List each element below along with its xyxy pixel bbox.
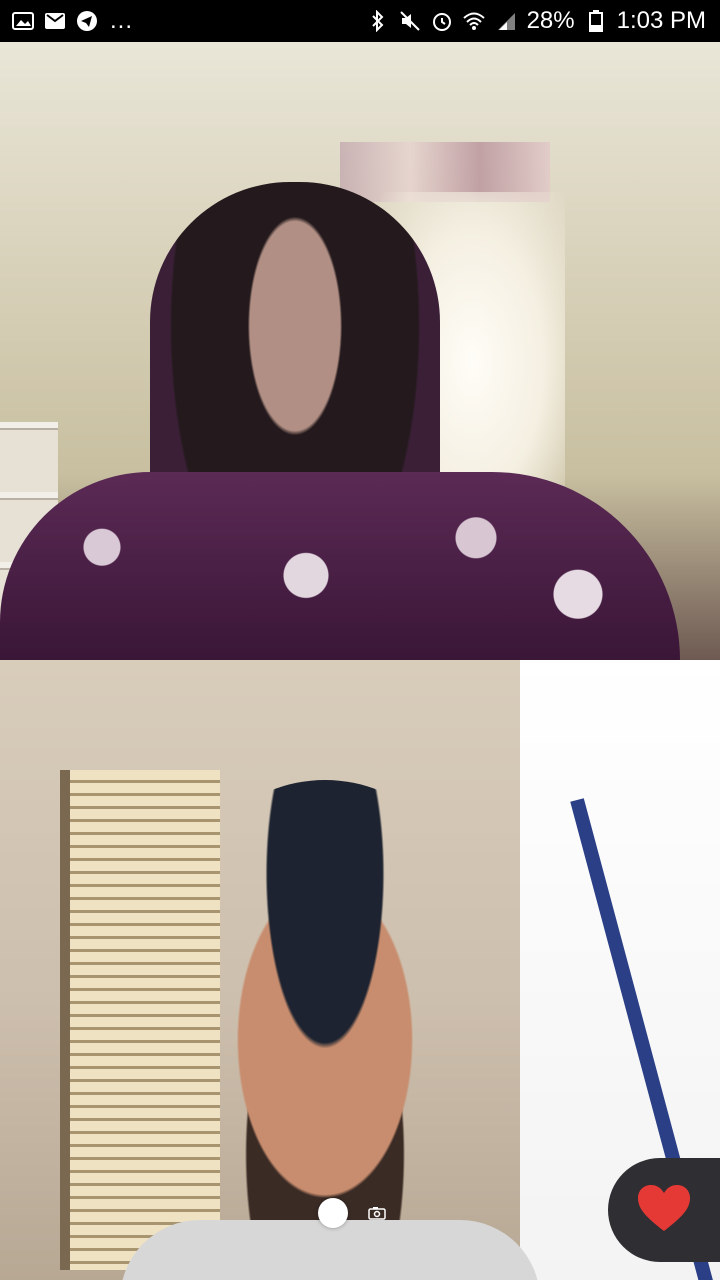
wifi-icon <box>462 10 485 32</box>
mute-icon <box>399 10 421 32</box>
status-left: ... <box>12 7 133 35</box>
image-icon <box>12 10 34 32</box>
signal-icon <box>495 10 517 32</box>
record-icon[interactable] <box>318 1198 348 1228</box>
remote-video-feed[interactable] <box>0 42 720 660</box>
like-button[interactable] <box>608 1158 720 1262</box>
bluetooth-icon <box>367 10 389 32</box>
status-bar: ... 28% 1:03 PM <box>0 0 720 42</box>
heart-icon <box>636 1183 692 1238</box>
battery-icon <box>585 10 607 32</box>
alarm-icon <box>431 10 453 32</box>
gmail-icon <box>44 10 66 32</box>
battery-percent: 28% <box>526 7 575 34</box>
telegram-icon <box>76 10 98 32</box>
notification-overflow: ... <box>110 7 134 34</box>
remote-participant-scarf <box>0 472 680 660</box>
status-right: 28% 1:03 PM <box>367 7 706 35</box>
camera-icon[interactable] <box>366 1202 388 1224</box>
call-controls <box>318 1198 388 1228</box>
clock: 1:03 PM <box>616 7 706 34</box>
local-participant-shirt <box>120 1220 540 1280</box>
